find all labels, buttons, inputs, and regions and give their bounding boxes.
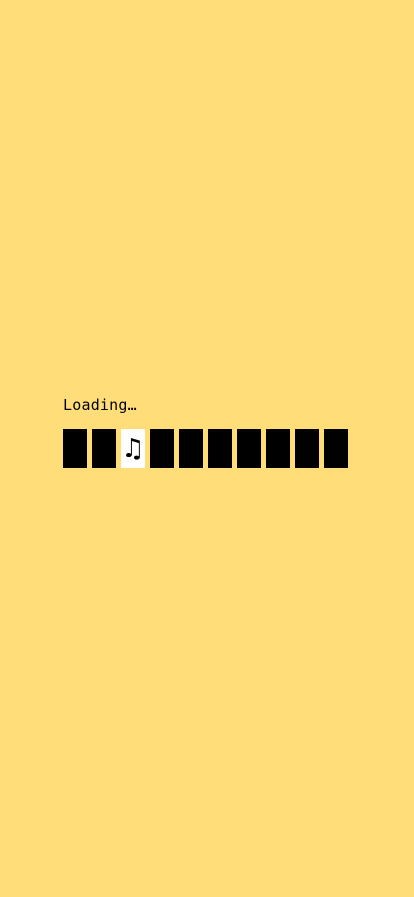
loader-cell-active: ♫ — [121, 429, 145, 468]
loader-cell — [92, 429, 116, 468]
music-note-icon: ♫ — [121, 433, 145, 464]
loading-progress-bar: ♫ — [63, 429, 348, 468]
loader-cell — [266, 429, 290, 468]
loader-cell — [179, 429, 203, 468]
loader-cell — [237, 429, 261, 468]
loader-cell — [63, 429, 87, 468]
loader-cell — [295, 429, 319, 468]
loading-label: Loading… — [63, 396, 137, 414]
loader-cell — [150, 429, 174, 468]
loader-cell — [324, 429, 348, 468]
loader-cell — [208, 429, 232, 468]
